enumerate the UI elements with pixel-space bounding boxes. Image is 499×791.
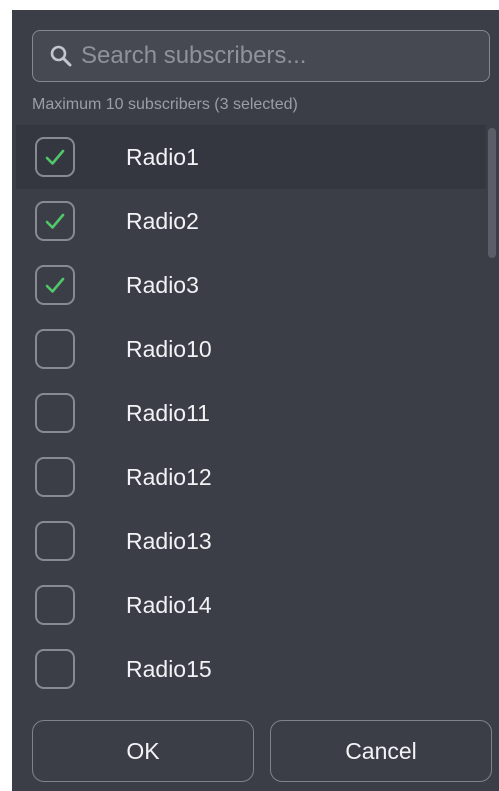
list-item-radio13[interactable]: Radio13 [16,509,486,573]
checkbox-radio10[interactable] [35,329,75,369]
subscriber-picker-panel: Maximum 10 subscribers (3 selected) Radi… [12,10,499,791]
list-item-label: Radio2 [126,208,199,234]
checkbox-radio1[interactable] [35,137,75,177]
list-item-label: Radio15 [126,656,212,682]
checkbox-radio11[interactable] [35,393,75,433]
list-item-radio2[interactable]: Radio2 [16,189,486,253]
list-item-radio12[interactable]: Radio12 [16,445,486,509]
checkmark-icon [45,277,65,293]
checkbox-radio14[interactable] [35,585,75,625]
list-item-radio11[interactable]: Radio11 [16,381,486,445]
checkmark-icon [45,213,65,229]
list-item-radio3[interactable]: Radio3 [16,253,486,317]
ok-button[interactable]: OK [32,720,254,782]
search-icon [49,44,73,68]
list-item-radio15[interactable]: Radio15 [16,637,486,701]
list-item-radio10[interactable]: Radio10 [16,317,486,381]
list-item-label: Radio11 [126,400,210,426]
search-input[interactable] [73,31,489,81]
checkbox-radio15[interactable] [35,649,75,689]
checkbox-radio2[interactable] [35,201,75,241]
list-scrollbar[interactable] [488,128,496,258]
list-item-radio1[interactable]: Radio1 [16,125,486,189]
list-item-radio14[interactable]: Radio14 [16,573,486,637]
list-item-label: Radio3 [126,272,199,298]
checkbox-radio12[interactable] [35,457,75,497]
list-item-label: Radio12 [126,464,212,490]
cancel-button[interactable]: Cancel [270,720,492,782]
selection-limit-text: Maximum 10 subscribers (3 selected) [32,96,298,113]
checkbox-radio13[interactable] [35,521,75,561]
list-item-label: Radio14 [126,592,212,618]
subscriber-list[interactable]: Radio1 Radio2 Radio3 Radio10 Radio11 Rad… [16,125,486,705]
search-box[interactable] [32,30,490,82]
list-item-label: Radio1 [126,144,199,170]
checkbox-radio3[interactable] [35,265,75,305]
list-item-label: Radio10 [126,336,212,362]
checkmark-icon [45,149,65,165]
list-item-label: Radio13 [126,528,212,554]
